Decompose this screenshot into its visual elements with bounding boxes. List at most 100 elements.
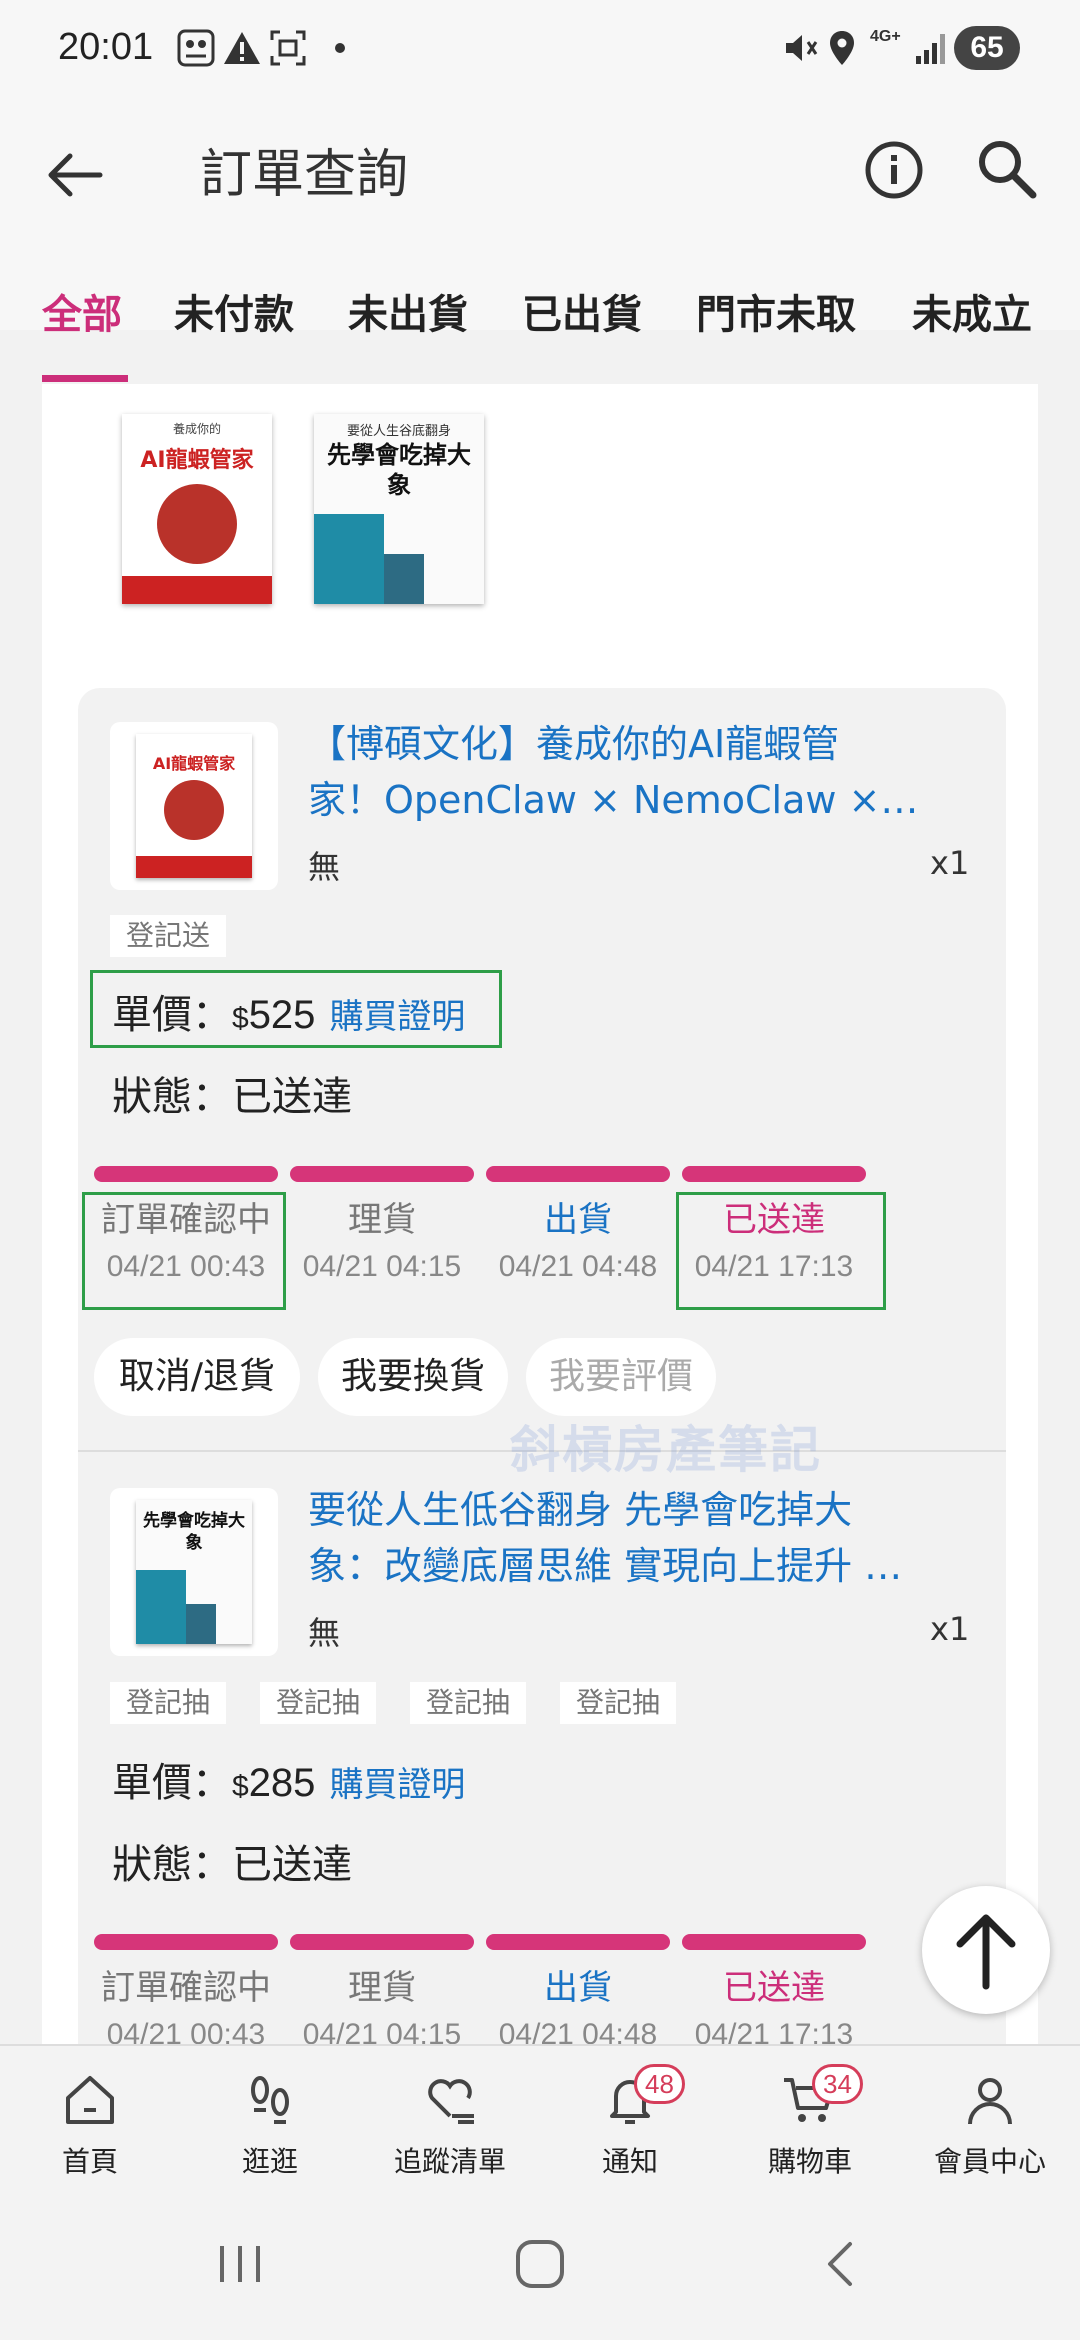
- nav-label: 首頁: [61, 2145, 118, 2178]
- product-title-line: 家！OpenClaw × NemoClaw ×…: [308, 778, 919, 822]
- step-highlight-box: [82, 1192, 286, 1310]
- progress-segment: [682, 1934, 866, 1950]
- step-time: 04/21 04:15: [302, 1250, 462, 1283]
- step-label: 已送達: [723, 1968, 825, 2008]
- progress-segment: [290, 1166, 474, 1182]
- nav-label: 購物車: [767, 2145, 852, 2178]
- battery-indicator: 65: [954, 26, 1020, 70]
- watermark-text: 斜槓房產筆記: [510, 1421, 822, 1479]
- notification-badge: 48: [634, 2064, 685, 2104]
- nav-home[interactable]: 首頁: [0, 2046, 180, 2196]
- nav-cart[interactable]: 34 購物車: [720, 2046, 900, 2196]
- arrow-left-icon[interactable]: [40, 140, 110, 210]
- book-cover-title: 先學會吃掉大象: [143, 1511, 245, 1553]
- page-title: 訂單查詢: [200, 145, 409, 205]
- order-card: 養成你的 AI龍蝦管家 要從人生谷底翻身 先學會吃掉大象 AI龍蝦管家 【博碩文…: [42, 384, 1038, 2054]
- progress-segment: [94, 1934, 278, 1950]
- search-icon[interactable]: [972, 134, 1042, 204]
- book-cover-caption: 養成你的: [122, 414, 272, 444]
- promo-tag: 登記抽: [260, 1682, 377, 1724]
- promo-tag: 登記送: [110, 915, 227, 957]
- price-highlight-box: [90, 970, 502, 1048]
- book-thumbnail[interactable]: 要從人生谷底翻身 先學會吃掉大象: [314, 414, 484, 604]
- progress-segment: [94, 1166, 278, 1182]
- active-tab-indicator: [42, 375, 128, 382]
- back-button-icon[interactable]: [812, 2234, 872, 2294]
- arrow-up-icon: [956, 1914, 1016, 1990]
- screenshot-icon: [270, 30, 306, 66]
- status-time: 20:01: [58, 26, 154, 68]
- nav-label: 逛逛: [241, 2145, 298, 2178]
- progress-segment: [486, 1166, 670, 1182]
- promo-tag: 登記抽: [110, 1682, 227, 1724]
- home-button-icon[interactable]: [510, 2234, 570, 2294]
- home-icon: [66, 2076, 114, 2124]
- status-bar: 20:01 4G+ 65: [0, 0, 1080, 100]
- step-label: 理貨: [348, 1968, 416, 2008]
- promo-tag: 登記抽: [410, 1682, 527, 1724]
- tab-unpaid[interactable]: 未付款: [174, 285, 294, 385]
- book-thumbnail[interactable]: 養成你的 AI龍蝦管家: [122, 414, 272, 604]
- nav-label: 會員中心: [933, 2145, 1046, 2178]
- step-label: 出貨: [544, 1200, 612, 1240]
- system-nav-bar: [0, 2194, 1080, 2340]
- network-type: 4G+: [870, 28, 901, 45]
- product-title-line: 象：改變底層思維 實現向上提升 …: [308, 1544, 903, 1588]
- exchange-button[interactable]: 我要換貨: [318, 1338, 508, 1416]
- nav-label: 追蹤清單: [393, 2145, 506, 2178]
- product-image[interactable]: 先學會吃掉大象: [110, 1488, 278, 1656]
- promo-tag: 登記抽: [560, 1682, 677, 1724]
- tab-all[interactable]: 全部: [42, 285, 122, 385]
- price-row: 單價：$285 購買證明: [112, 1750, 465, 1808]
- heart-list-icon: [428, 2079, 474, 2124]
- book-cover-title: 先學會吃掉大象: [327, 441, 471, 499]
- nav-member-center[interactable]: 會員中心: [900, 2046, 1080, 2196]
- nav-label: 通知: [601, 2145, 658, 2178]
- location-icon: [830, 31, 854, 65]
- recent-apps-icon[interactable]: [210, 2234, 270, 2294]
- status-label: 狀態：: [112, 1074, 232, 1120]
- product-title-line: 【博碩文化】養成你的AI龍蝦管: [308, 722, 840, 766]
- purchase-proof-link[interactable]: 購買證明: [329, 1765, 465, 1805]
- product-title[interactable]: 要從人生低谷翻身 先學會吃掉大 象：改變底層思維 實現向上提升 …: [308, 1482, 902, 1594]
- cancel-return-button[interactable]: 取消/退貨: [94, 1338, 300, 1416]
- cart-badge: 34: [812, 2064, 863, 2104]
- tab-unshipped[interactable]: 未出貨: [348, 285, 468, 385]
- product-spec: 無: [308, 1614, 341, 1652]
- step-highlight-box: [676, 1192, 886, 1310]
- price-label: 單價：: [112, 1760, 232, 1806]
- tab-store-uncollected[interactable]: 門市未取: [696, 285, 856, 385]
- nav-notifications[interactable]: 48 通知: [540, 2046, 720, 2196]
- app-notification-icon: [177, 29, 215, 67]
- progress-segment: [290, 1934, 474, 1950]
- product-image[interactable]: AI龍蝦管家: [110, 722, 278, 890]
- lobster-illustration: [157, 484, 237, 564]
- tab-shipped[interactable]: 已出貨: [522, 285, 642, 385]
- nav-watchlist[interactable]: 追蹤清單: [360, 2046, 540, 2196]
- product-quantity: x1: [930, 844, 970, 882]
- status-row: 狀態：已送達: [112, 1064, 352, 1122]
- nav-browse[interactable]: 逛逛: [180, 2046, 360, 2196]
- footprints-icon: [251, 2076, 289, 2124]
- book-cover-title: AI龍蝦管家: [152, 754, 236, 773]
- tab-not-established[interactable]: 未成立: [912, 285, 1032, 385]
- step-time: 04/21 04:48: [498, 1250, 658, 1283]
- product-title[interactable]: 【博碩文化】養成你的AI龍蝦管 家！OpenClaw × NemoClaw ×…: [308, 716, 918, 828]
- book-cover-title: AI龍蝦管家: [140, 448, 254, 473]
- product-title-line: 要從人生低谷翻身 先學會吃掉大: [308, 1488, 853, 1532]
- mute-icon: [786, 35, 818, 61]
- dot-icon: [335, 43, 345, 53]
- progress-segment: [486, 1934, 670, 1950]
- status-row: 狀態：已送達: [112, 1832, 352, 1890]
- status-value: 已送達: [232, 1842, 352, 1888]
- product-quantity: x1: [930, 1610, 970, 1648]
- status-value: 已送達: [232, 1074, 352, 1120]
- warning-icon: [224, 32, 260, 64]
- price-amount: 285: [248, 1761, 316, 1805]
- status-label: 狀態：: [112, 1842, 232, 1888]
- step-label: 出貨: [544, 1968, 612, 2008]
- info-icon[interactable]: [862, 138, 926, 202]
- step-label: 理貨: [348, 1200, 416, 1240]
- bottom-nav: 首頁 逛逛 追蹤清單 48 通知 34 購物車 會員中心: [0, 2044, 1080, 2194]
- scroll-to-top-button[interactable]: [922, 1886, 1050, 2014]
